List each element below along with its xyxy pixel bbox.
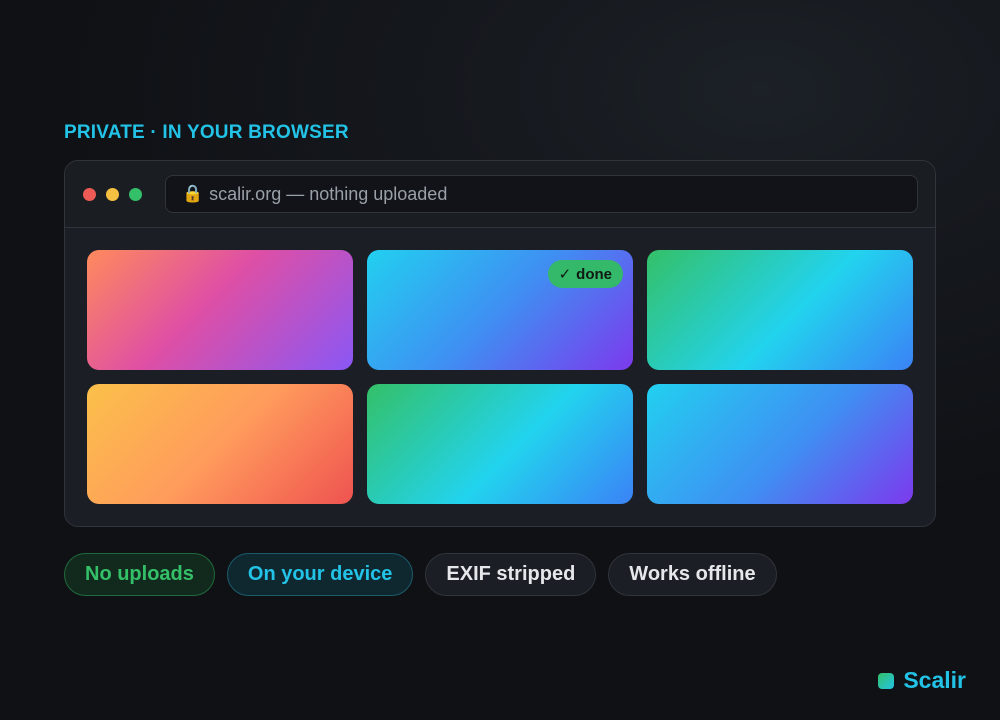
image-tile[interactable]: [367, 384, 633, 504]
brand-mark-icon: [878, 672, 895, 689]
image-tile[interactable]: ✓ done: [367, 250, 633, 370]
image-tile[interactable]: [87, 384, 353, 504]
eyebrow-heading: PRIVATE · IN YOUR BROWSER: [64, 122, 349, 143]
browser-window: 🔒 scalir.org — nothing uploaded ✓ done: [64, 160, 936, 527]
window-close-button[interactable]: [83, 188, 96, 201]
window-minimize-button[interactable]: [106, 188, 119, 201]
browser-titlebar: 🔒 scalir.org — nothing uploaded: [65, 161, 935, 228]
feature-pills: No uploads On your device EXIF stripped …: [64, 553, 777, 596]
image-tile[interactable]: [87, 250, 353, 370]
feature-pill-on-device: On your device: [226, 553, 414, 596]
brand-name: Scalir: [903, 667, 966, 693]
address-bar[interactable]: 🔒 scalir.org — nothing uploaded: [165, 175, 918, 213]
address-bar-text: scalir.org — nothing uploaded: [209, 183, 448, 204]
lock-icon: 🔒: [182, 184, 204, 203]
done-badge: ✓ done: [547, 260, 623, 288]
feature-pill-exif-stripped: EXIF stripped: [425, 553, 597, 596]
brand-logo: Scalir: [878, 667, 966, 694]
feature-pill-no-uploads: No uploads: [64, 553, 215, 596]
feature-pill-works-offline: Works offline: [608, 553, 777, 596]
image-tile[interactable]: [647, 384, 913, 504]
image-grid: ✓ done: [87, 250, 913, 504]
window-maximize-button[interactable]: [129, 188, 142, 201]
image-tile[interactable]: [647, 250, 913, 370]
check-icon: ✓: [558, 266, 572, 283]
done-badge-label: done: [576, 265, 612, 283]
